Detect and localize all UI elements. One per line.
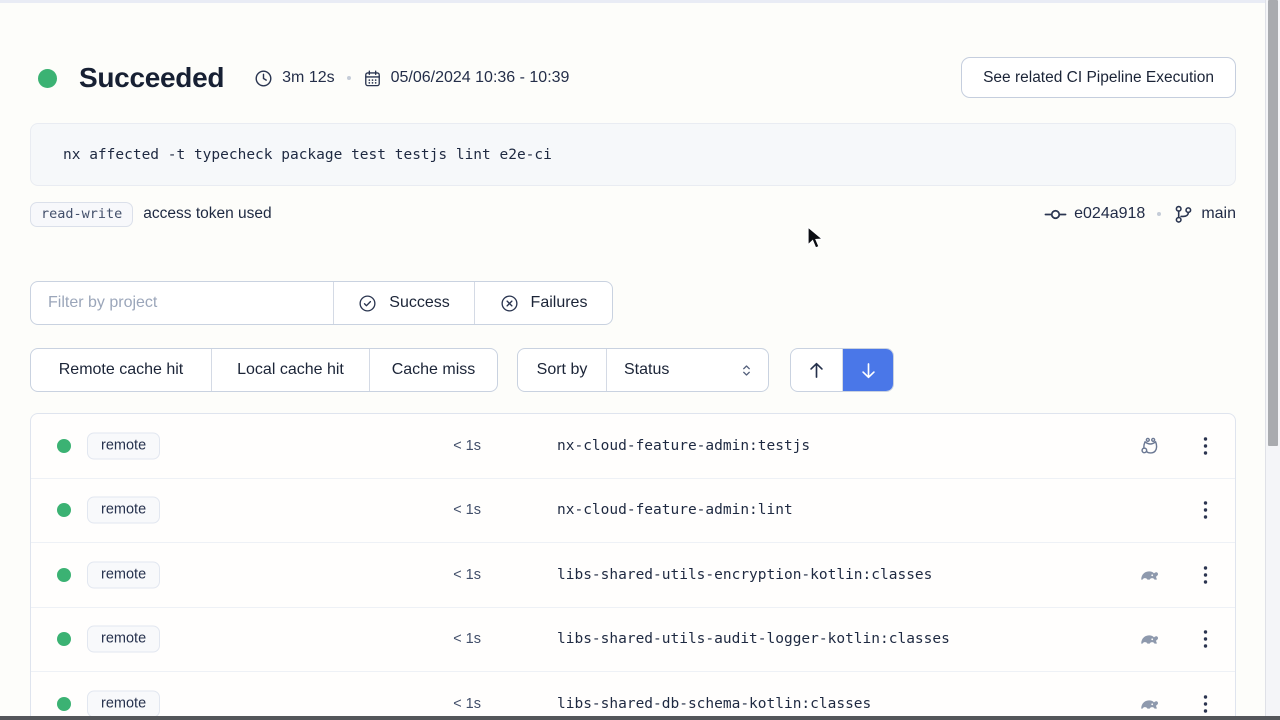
sort-field-value: Status xyxy=(624,361,669,379)
sort-group: Sort by Status xyxy=(517,348,769,392)
task-status-dot xyxy=(57,632,71,646)
scrollbar-thumb[interactable] xyxy=(1268,0,1278,446)
arrow-up-icon xyxy=(806,360,827,381)
row-menu-button[interactable] xyxy=(1193,694,1217,713)
see-related-pipeline-button[interactable]: See related CI Pipeline Execution xyxy=(961,57,1236,98)
task-duration: < 1s xyxy=(401,567,481,583)
task-name[interactable]: nx-cloud-feature-admin:testjs xyxy=(557,438,810,454)
meta-separator-dot xyxy=(347,76,351,80)
project-filter-group: Success Failures xyxy=(30,281,613,325)
task-duration: < 1s xyxy=(401,438,481,454)
run-meta: 3m 12s 05/06/2024 10:36 - 10:39 xyxy=(254,69,569,88)
sort-ascending-button[interactable] xyxy=(791,349,842,391)
branch-icon xyxy=(1173,204,1194,225)
arrow-down-icon xyxy=(858,360,879,381)
x-circle-icon xyxy=(500,294,519,313)
select-chevrons-icon xyxy=(739,363,754,378)
cache-badge: remote xyxy=(87,561,160,588)
task-row[interactable]: remote < 1s libs-shared-utils-audit-logg… xyxy=(31,608,1235,673)
task-status-dot xyxy=(57,568,71,582)
task-name[interactable]: libs-shared-utils-encryption-kotlin:clas… xyxy=(557,567,932,583)
cache-badge: remote xyxy=(87,497,160,524)
filter-cache-miss-button[interactable]: Cache miss xyxy=(369,349,497,391)
vcs-info: e024a918 main xyxy=(1044,203,1236,226)
task-status-dot xyxy=(57,439,71,453)
task-status-dot xyxy=(57,697,71,711)
check-circle-icon xyxy=(358,294,377,313)
access-token-info: read-write access token used xyxy=(30,202,272,227)
task-list: remote < 1s nx-cloud-feature-admin:testj… xyxy=(30,413,1236,720)
commit-icon xyxy=(1044,203,1067,226)
sort-by-label: Sort by xyxy=(518,349,606,391)
task-row[interactable]: remote < 1s nx-cloud-feature-admin:testj… xyxy=(31,414,1235,479)
task-duration: < 1s xyxy=(401,502,481,518)
run-header: Succeeded 3m 12s 05/06/2024 10:36 - 10:3… xyxy=(38,56,569,100)
token-row: read-write access token used e024a918 ma… xyxy=(30,200,1236,228)
branch-name[interactable]: main xyxy=(1201,205,1236,223)
task-name[interactable]: libs-shared-utils-audit-logger-kotlin:cl… xyxy=(557,631,950,647)
top-divider xyxy=(0,0,1280,3)
commit-hash[interactable]: e024a918 xyxy=(1074,205,1145,223)
gradle-icon xyxy=(1136,692,1164,716)
calendar-icon xyxy=(363,69,382,88)
task-duration: < 1s xyxy=(401,631,481,647)
page-scrollbar[interactable] xyxy=(1265,0,1280,720)
cache-badge: remote xyxy=(87,432,160,459)
clock-icon xyxy=(254,69,273,88)
gradle-icon xyxy=(1136,563,1164,587)
row-menu-button[interactable] xyxy=(1193,630,1217,649)
cache-badge: remote xyxy=(87,690,160,717)
token-scope-badge: read-write xyxy=(30,202,133,227)
filter-success-label: Success xyxy=(389,294,449,312)
run-status-dot xyxy=(38,69,57,88)
run-duration: 3m 12s xyxy=(282,69,334,87)
token-usage-text: access token used xyxy=(143,205,271,223)
sort-field-select[interactable]: Status xyxy=(606,349,768,391)
task-duration: < 1s xyxy=(401,696,481,712)
project-filter-input[interactable] xyxy=(31,282,333,324)
task-row[interactable]: remote < 1s libs-shared-utils-encryption… xyxy=(31,543,1235,608)
sort-descending-button[interactable] xyxy=(842,349,893,391)
gradle-icon xyxy=(1136,627,1164,651)
filter-local-cache-button[interactable]: Local cache hit xyxy=(211,349,369,391)
cache-badge: remote xyxy=(87,626,160,653)
vcs-separator-dot xyxy=(1157,212,1161,216)
filter-success-button[interactable]: Success xyxy=(333,282,474,324)
task-row[interactable]: remote < 1s nx-cloud-feature-admin:lint xyxy=(31,479,1235,544)
command-text: nx affected -t typecheck package test te… xyxy=(63,147,552,163)
command-block: nx affected -t typecheck package test te… xyxy=(30,123,1236,186)
filter-remote-cache-button[interactable]: Remote cache hit xyxy=(31,349,211,391)
row-menu-button[interactable] xyxy=(1193,565,1217,584)
filter-failures-label: Failures xyxy=(531,294,588,312)
cache-filter-group: Remote cache hit Local cache hit Cache m… xyxy=(30,348,498,392)
filter-failures-button[interactable]: Failures xyxy=(474,282,612,324)
sort-direction-group xyxy=(790,348,894,392)
row-menu-button[interactable] xyxy=(1193,436,1217,455)
task-row[interactable]: remote < 1s libs-shared-db-schema-kotlin… xyxy=(31,672,1235,720)
jest-icon xyxy=(1136,434,1164,457)
run-date-range: 05/06/2024 10:36 - 10:39 xyxy=(391,69,570,87)
row-menu-button[interactable] xyxy=(1193,501,1217,520)
mouse-cursor xyxy=(806,226,828,252)
task-status-dot xyxy=(57,503,71,517)
task-name[interactable]: libs-shared-db-schema-kotlin:classes xyxy=(557,696,871,712)
run-status-title: Succeeded xyxy=(79,62,224,94)
bottom-edge xyxy=(0,716,1280,720)
task-name[interactable]: nx-cloud-feature-admin:lint xyxy=(557,502,793,518)
